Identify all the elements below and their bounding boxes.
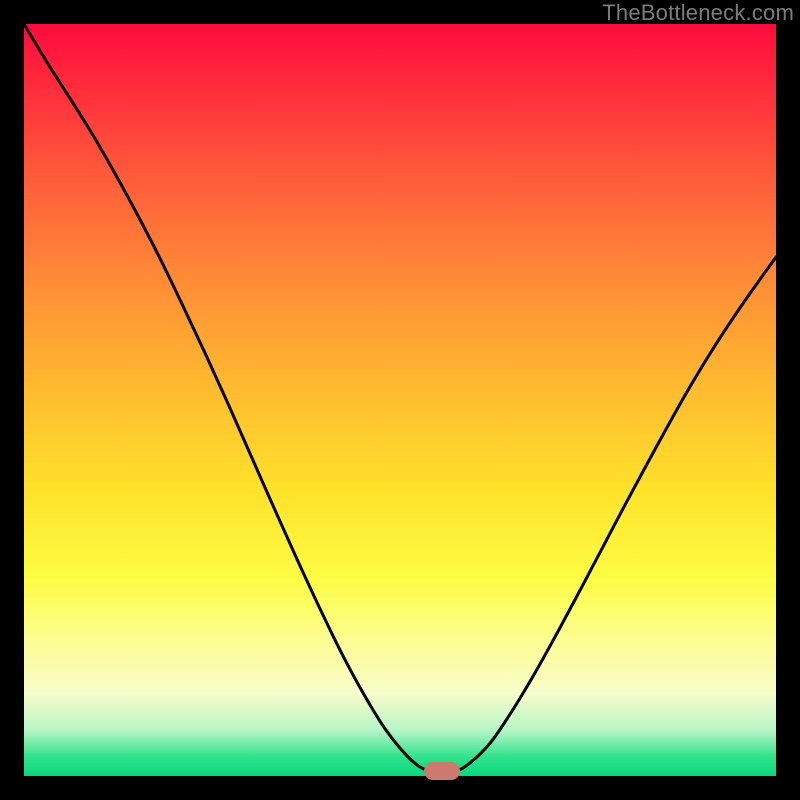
curve-path xyxy=(24,24,776,773)
plot-area xyxy=(24,24,776,776)
watermark-label: TheBottleneck.com xyxy=(602,0,794,26)
curve-svg xyxy=(24,24,776,776)
minimum-marker xyxy=(424,762,460,780)
chart-frame: TheBottleneck.com xyxy=(0,0,800,800)
